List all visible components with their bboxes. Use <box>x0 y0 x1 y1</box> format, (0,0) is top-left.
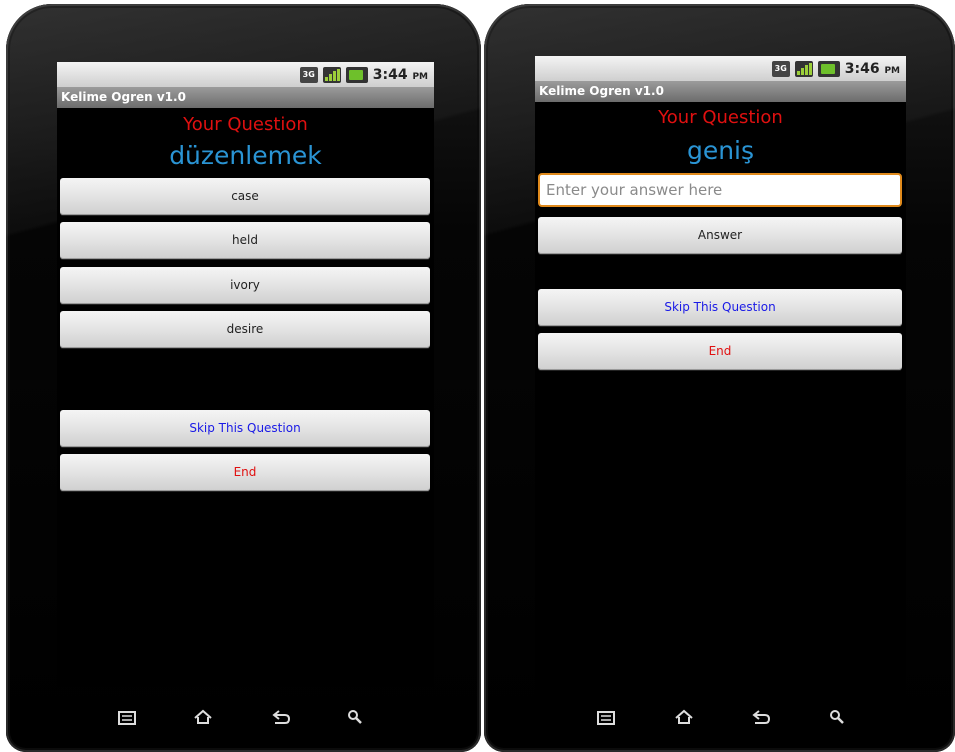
screen-right: 3G 3:46 PM Kelime Ogren v1.0 Your Questi… <box>535 56 906 696</box>
skip-question-button[interactable]: Skip This Question <box>538 289 902 326</box>
back-icon[interactable] <box>268 708 294 732</box>
status-bar: 3G 3:44 PM <box>57 62 434 87</box>
menu-icon[interactable] <box>593 708 619 732</box>
3g-data-icon: 3G <box>771 60 790 77</box>
answer-input[interactable] <box>538 173 902 207</box>
end-button[interactable]: End <box>60 454 430 491</box>
nav-bar <box>484 708 955 738</box>
back-icon[interactable] <box>748 708 774 732</box>
3g-data-icon: 3G <box>299 66 318 83</box>
menu-icon[interactable] <box>114 708 140 732</box>
question-word: geniş <box>686 136 755 165</box>
home-icon[interactable] <box>190 708 216 732</box>
battery-icon <box>345 66 368 83</box>
skip-question-button[interactable]: Skip This Question <box>60 410 430 447</box>
question-word: düzenlemek <box>169 141 322 170</box>
status-clock: 3:46 PM <box>844 60 900 77</box>
status-bar: 3G 3:46 PM <box>535 56 906 81</box>
choice-button-1[interactable]: case <box>60 178 430 215</box>
choice-button-2[interactable]: held <box>60 222 430 259</box>
question-label: Your Question <box>183 114 308 135</box>
question-label: Your Question <box>658 107 783 128</box>
answer-button[interactable]: Answer <box>538 217 902 254</box>
battery-icon <box>817 60 840 77</box>
phone-right: 3G 3:46 PM Kelime Ogren v1.0 Your Questi… <box>484 4 955 752</box>
search-icon[interactable] <box>342 708 368 732</box>
search-icon[interactable] <box>824 708 850 732</box>
signal-strength-icon <box>794 60 813 77</box>
phone-left: 3G 3:44 PM Kelime Ogren v1.0 Your Questi… <box>6 4 481 752</box>
end-button[interactable]: End <box>538 333 902 370</box>
home-icon[interactable] <box>671 708 697 732</box>
choice-button-3[interactable]: ivory <box>60 267 430 304</box>
app-title: Kelime Ogren v1.0 <box>535 81 906 102</box>
app-title: Kelime Ogren v1.0 <box>57 87 434 108</box>
screen-left: 3G 3:44 PM Kelime Ogren v1.0 Your Questi… <box>57 62 434 687</box>
status-clock: 3:44 PM <box>372 66 428 83</box>
signal-strength-icon <box>322 66 341 83</box>
choice-button-4[interactable]: desire <box>60 311 430 348</box>
nav-bar <box>6 708 481 738</box>
